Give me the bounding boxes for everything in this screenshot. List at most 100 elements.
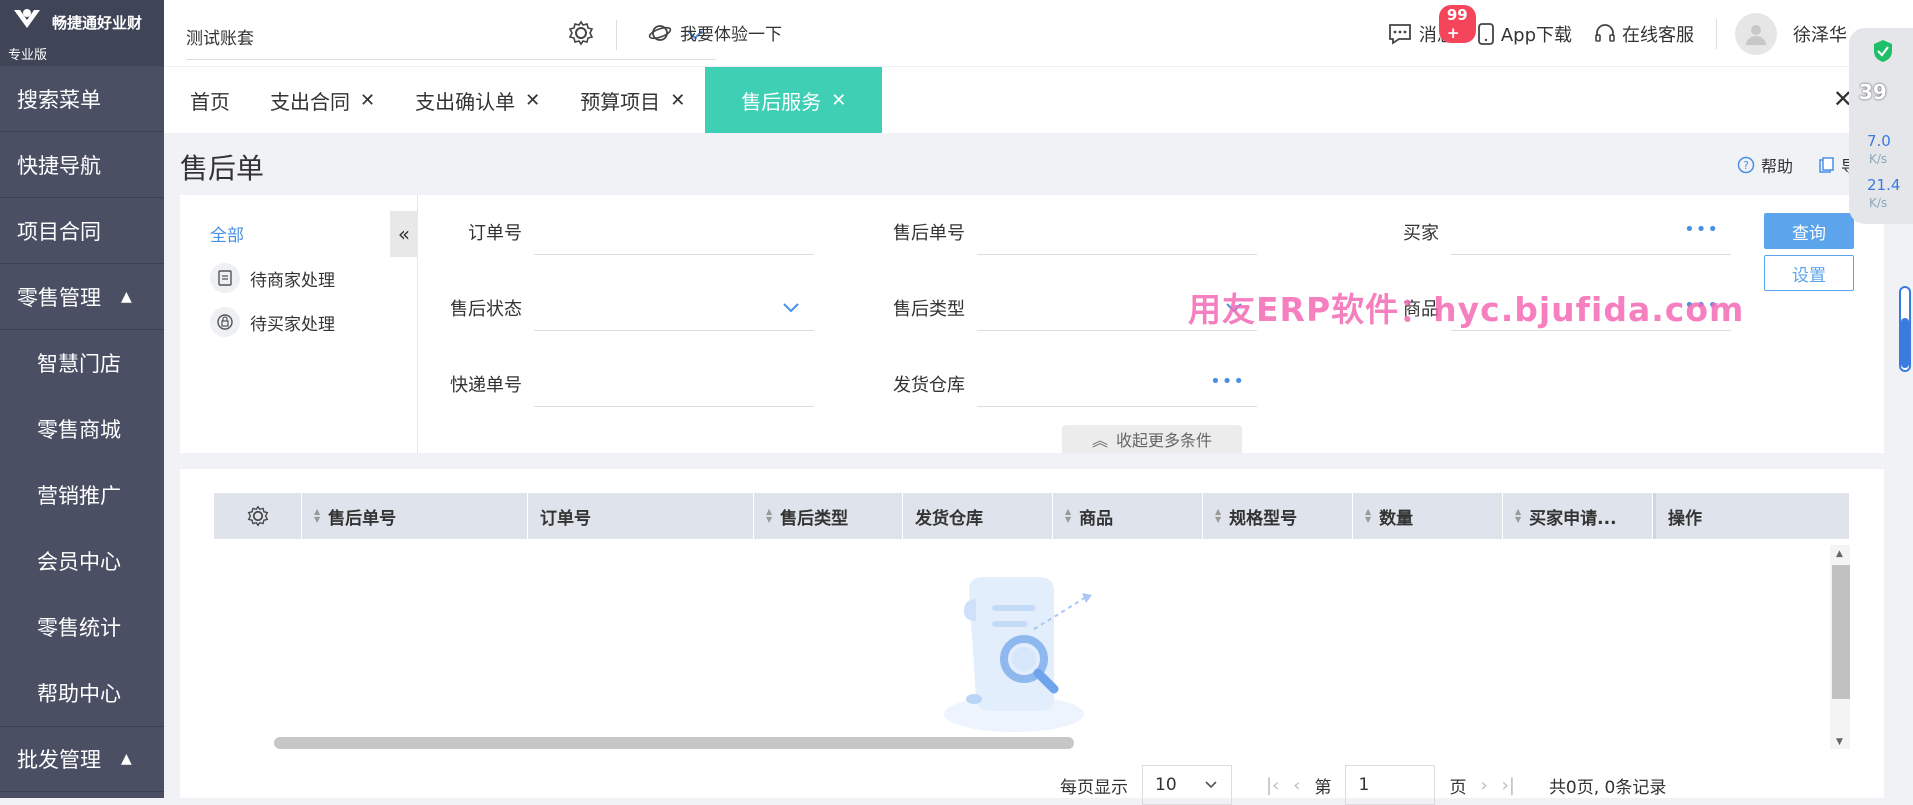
last-page-icon[interactable]: ›|	[1502, 775, 1515, 796]
menu-search[interactable]: 搜索菜单	[0, 66, 164, 132]
scroll-down-icon[interactable]: ▼	[1836, 737, 1843, 747]
avatar	[1735, 12, 1777, 55]
page-suffix: 页	[1449, 777, 1467, 798]
export-icon	[1819, 157, 1834, 173]
prev-page-icon[interactable]: ‹	[1293, 775, 1300, 796]
query-button[interactable]: 查询	[1764, 213, 1854, 249]
close-icon[interactable]: ✕	[670, 90, 685, 111]
tab-bar: 首页 支出合同 ✕ 支出确认单 ✕ 预算项目 ✕ 售后服务 ✕ ✕	[164, 67, 1913, 133]
col-label: 售后类型	[780, 508, 849, 529]
collapse-tree-button[interactable]: «	[390, 211, 418, 257]
scroll-up-icon[interactable]: ▲	[1836, 549, 1843, 559]
collapse-conditions-toggle[interactable]: ︽ 收起更多条件	[1062, 425, 1242, 453]
col-spec-model[interactable]: ▲ ▼ 规格型号	[1203, 493, 1353, 539]
next-page-icon[interactable]: ›	[1480, 775, 1487, 796]
ship-warehouse-input[interactable]: •••	[977, 361, 1257, 407]
menu-help-center[interactable]: 帮助中心	[0, 660, 164, 726]
brand-name: 畅捷通好业财	[52, 14, 143, 32]
speed-unit: K/s	[1869, 152, 1888, 166]
pagination: 每页显示 10 |‹ ‹ 第 1 页 › ›| 共0页, 0条记录	[1060, 765, 1666, 805]
menu-wholesale-management[interactable]: 批发管理 ▲	[0, 726, 164, 792]
col-label: 数量	[1379, 508, 1414, 529]
upload-speed: 7.0	[1867, 132, 1891, 150]
first-page-icon[interactable]: |‹	[1266, 775, 1279, 796]
horizontal-scrollbar[interactable]	[274, 737, 1074, 749]
menu-member-center[interactable]: 会员中心	[0, 528, 164, 594]
close-icon[interactable]: ✕	[360, 90, 375, 111]
help-button[interactable]: ? 帮助	[1737, 153, 1793, 177]
menu-retail-mall[interactable]: 零售商城	[0, 396, 164, 462]
col-product[interactable]: ▲ ▼ 商品	[1053, 493, 1203, 539]
close-icon[interactable]: ✕	[831, 90, 846, 111]
per-page-value: 10	[1155, 775, 1177, 795]
status-tree: 全部 待商家处理 待买家处理 «	[180, 195, 418, 453]
after-sale-no-input[interactable]	[977, 209, 1257, 255]
order-no-field: 订单号	[434, 209, 814, 255]
col-after-sale-no[interactable]: ▲ ▼ 售后单号	[302, 493, 528, 539]
table-panel: ▲ ▼ 售后单号 订单号 ▲ ▼ 售后类型 发货仓库 ▲ ▼ 商品 ▲ ▼ 规格型号 ▲ ▼ 数量 …	[180, 469, 1884, 805]
sort-icon: ▲ ▼	[766, 507, 773, 524]
settings-button[interactable]: 设置	[1764, 255, 1854, 291]
messages-badge: 99 +	[1438, 4, 1476, 43]
network-speed-widget[interactable]: 39 7.0 21.4 K/s K/s	[1849, 28, 1913, 224]
user-icon	[1746, 24, 1766, 45]
page-input[interactable]: 1	[1345, 765, 1436, 805]
try-experience-link[interactable]: 我要体验一下	[648, 20, 782, 45]
tab-expense-contract[interactable]: 支出合同 ✕	[250, 67, 395, 133]
menu-label: 零售统计	[37, 616, 121, 640]
col-order-no[interactable]: 订单号	[528, 493, 754, 539]
col-after-sale-type[interactable]: ▲ ▼ 售后类型	[754, 493, 903, 539]
empty-state-illustration	[944, 577, 1092, 732]
menu-retail-management[interactable]: 零售管理 ▲	[0, 264, 164, 330]
app-download-button[interactable]: App下载	[1477, 21, 1572, 47]
tree-item-pending-merchant[interactable]: 待商家处理	[210, 263, 335, 293]
buyer-input[interactable]: •••	[1451, 209, 1731, 255]
user-menu[interactable]: 徐泽华	[1735, 12, 1847, 55]
close-icon[interactable]: ✕	[525, 90, 540, 111]
tab-label: 支出确认单	[415, 89, 516, 114]
menu-label: 营销推广	[37, 484, 121, 508]
menu-label: 项目合同	[17, 219, 101, 244]
collapse-label: 收起更多条件	[1116, 431, 1213, 450]
account-select[interactable]: 测试账套	[186, 14, 716, 60]
menu-retail-stats[interactable]: 零售统计	[0, 594, 164, 660]
order-no-input[interactable]	[534, 209, 814, 255]
page-title: 售后单	[180, 152, 265, 185]
per-page-select[interactable]: 10	[1142, 765, 1232, 805]
after-sale-status-select[interactable]	[534, 285, 814, 331]
col-label: 订单号	[540, 508, 591, 529]
tab-budget-item[interactable]: 预算项目 ✕	[560, 67, 705, 133]
tree-all[interactable]: 全部	[210, 221, 244, 246]
chevron-down-icon	[1205, 781, 1217, 789]
col-buyer-request[interactable]: ▲ ▼ 买家申请...	[1503, 493, 1653, 539]
tab-label: 首页	[190, 89, 230, 114]
field-label: 买家	[1403, 223, 1439, 244]
messages-button[interactable]: 消息 99 +	[1387, 4, 1476, 47]
tab-home[interactable]: 首页	[164, 67, 250, 133]
express-no-input[interactable]	[534, 361, 814, 407]
logo-area: 畅捷通好业财 专业版	[0, 0, 164, 66]
tab-after-sales[interactable]: 售后服务 ✕	[705, 67, 883, 133]
col-quantity[interactable]: ▲ ▼ 数量	[1353, 493, 1503, 539]
more-dots-icon[interactable]: •••	[1684, 219, 1719, 240]
buyer-field: 买家 •••	[1351, 209, 1731, 255]
caret-up-icon: ▲	[121, 751, 132, 767]
field-label: 售后类型	[893, 299, 965, 320]
per-page-label: 每页显示	[1060, 777, 1128, 798]
tree-item-pending-buyer[interactable]: 待买家处理	[210, 307, 335, 337]
col-label: 买家申请...	[1529, 508, 1617, 529]
pager-summary: 共0页, 0条记录	[1548, 777, 1667, 798]
vertical-scrollbar-thumb[interactable]	[1832, 565, 1850, 699]
col-label: 售后单号	[328, 508, 397, 529]
double-chevron-left-icon: «	[397, 222, 411, 246]
column-settings[interactable]	[214, 493, 302, 539]
gear-icon[interactable]	[568, 20, 594, 46]
online-support-button[interactable]: 在线客服	[1594, 21, 1694, 47]
tab-expense-confirm[interactable]: 支出确认单 ✕	[395, 67, 560, 133]
col-ship-warehouse[interactable]: 发货仓库	[903, 493, 1053, 539]
more-dots-icon[interactable]: •••	[1210, 371, 1245, 392]
menu-marketing[interactable]: 营销推广	[0, 462, 164, 528]
menu-project-contract[interactable]: 项目合同	[0, 198, 164, 264]
menu-smart-store[interactable]: 智慧门店	[0, 330, 164, 396]
menu-quick-nav[interactable]: 快捷导航	[0, 132, 164, 198]
